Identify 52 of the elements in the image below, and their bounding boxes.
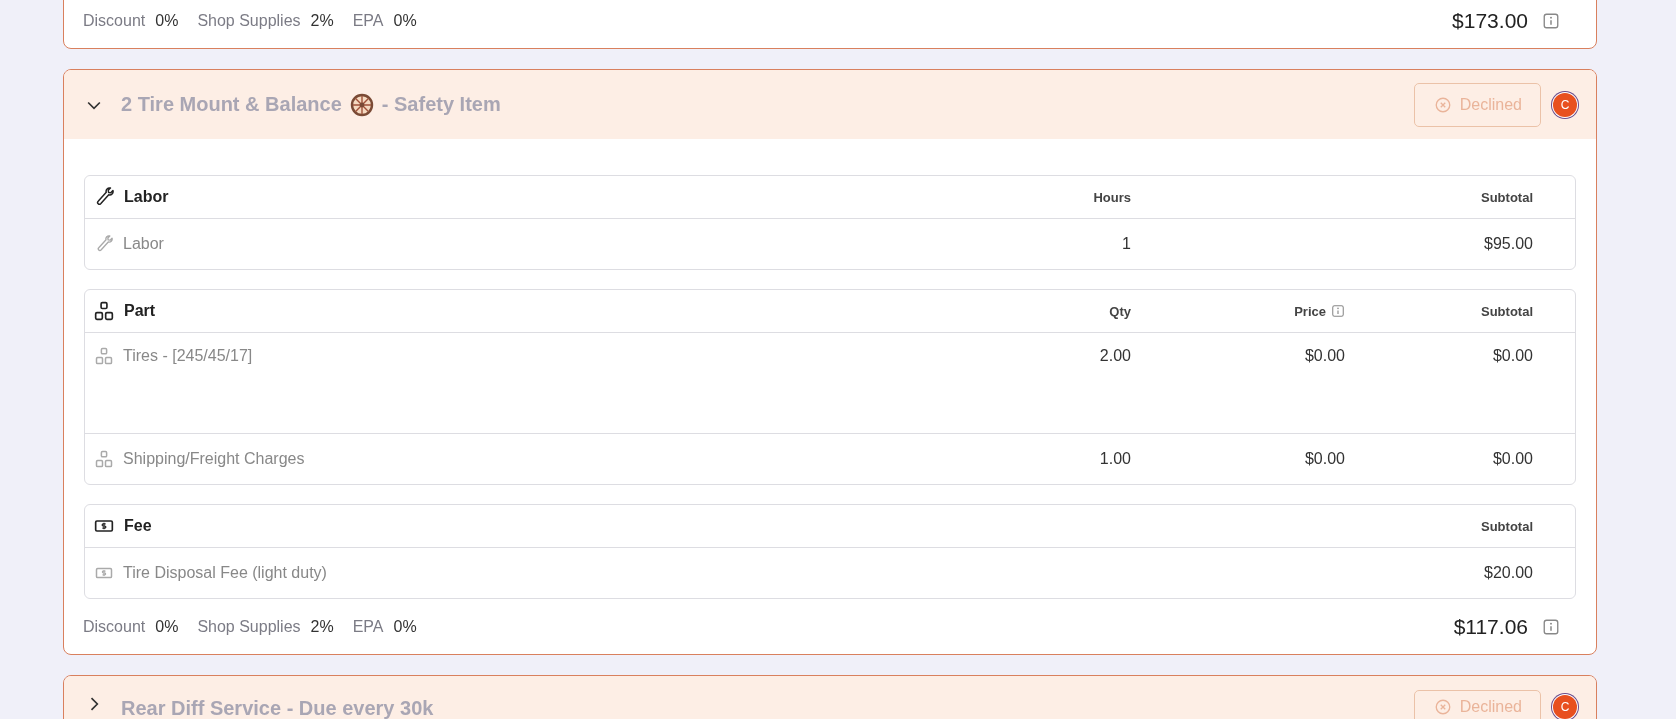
boxes-icon <box>94 301 114 321</box>
service-title: 2 Tire Mount & Balance <box>121 93 342 116</box>
table-heading: Part <box>124 302 156 320</box>
info-icon[interactable] <box>1331 304 1345 318</box>
wheel-icon <box>349 92 374 117</box>
table-cell-text: $95.00 <box>1483 235 1533 253</box>
adjustment-label: Shop Supplies <box>197 11 301 30</box>
table-cell-text: $0.00 <box>1303 347 1345 365</box>
column-header: Subtotal <box>1481 303 1533 319</box>
adjustment-value: 0% <box>393 617 417 636</box>
table-cell-text: $0.00 <box>1491 347 1533 365</box>
column-header: Price <box>1294 303 1326 319</box>
column-header: Subtotal <box>1481 518 1533 534</box>
boxes-icon <box>95 450 113 468</box>
x-circle-icon <box>1433 698 1452 716</box>
service-title: Rear Diff Service - Due every 30k <box>121 697 434 719</box>
info-icon[interactable] <box>1542 11 1560 30</box>
adjustment-label: EPA <box>352 11 384 30</box>
adjustment-label: Discount <box>83 11 146 30</box>
table-heading: Labor <box>124 188 169 206</box>
table-cell-text: 1.00 <box>1098 450 1131 468</box>
x-circle-icon <box>1433 95 1452 114</box>
total-amount: $117.06 <box>1453 614 1528 639</box>
table-cell-text: $0.00 <box>1303 450 1345 468</box>
column-header: Qty <box>1109 303 1131 319</box>
adjustment-label: Discount <box>83 617 146 636</box>
service-title: - Safety Item <box>381 93 501 116</box>
adjustment-label: Shop Supplies <box>197 617 301 636</box>
table-cell-text: 2.00 <box>1098 347 1131 365</box>
table-cell-text: 1 <box>1121 235 1131 253</box>
item-name: Tires - [245/45/17] <box>123 347 253 365</box>
adjustment-value: 0% <box>155 617 179 636</box>
wrench-icon <box>94 187 114 207</box>
total-amount: $173.00 <box>1452 8 1528 33</box>
adjustment-value: 2% <box>310 11 334 30</box>
adjustment-value: 0% <box>155 11 179 30</box>
user-avatar[interactable]: C <box>1553 695 1577 719</box>
table-heading: Fee <box>124 517 152 535</box>
info-icon[interactable] <box>1542 617 1560 636</box>
item-name: Tire Disposal Fee (light duty) <box>123 564 327 582</box>
wrench-icon <box>95 235 113 253</box>
column-header: Subtotal <box>1481 189 1533 205</box>
item-name: Labor <box>123 235 164 253</box>
adjustment-label: EPA <box>352 617 384 636</box>
item-name: Shipping/Freight Charges <box>123 450 305 468</box>
user-avatar[interactable]: C <box>1553 92 1577 117</box>
table-cell-text: $20.00 <box>1483 564 1533 582</box>
adjustment-value: 0% <box>393 11 417 30</box>
column-header: Hours <box>1093 189 1131 205</box>
adjustment-value: 2% <box>310 617 334 636</box>
table-cell-text: $0.00 <box>1491 450 1533 468</box>
boxes-icon <box>95 347 113 365</box>
